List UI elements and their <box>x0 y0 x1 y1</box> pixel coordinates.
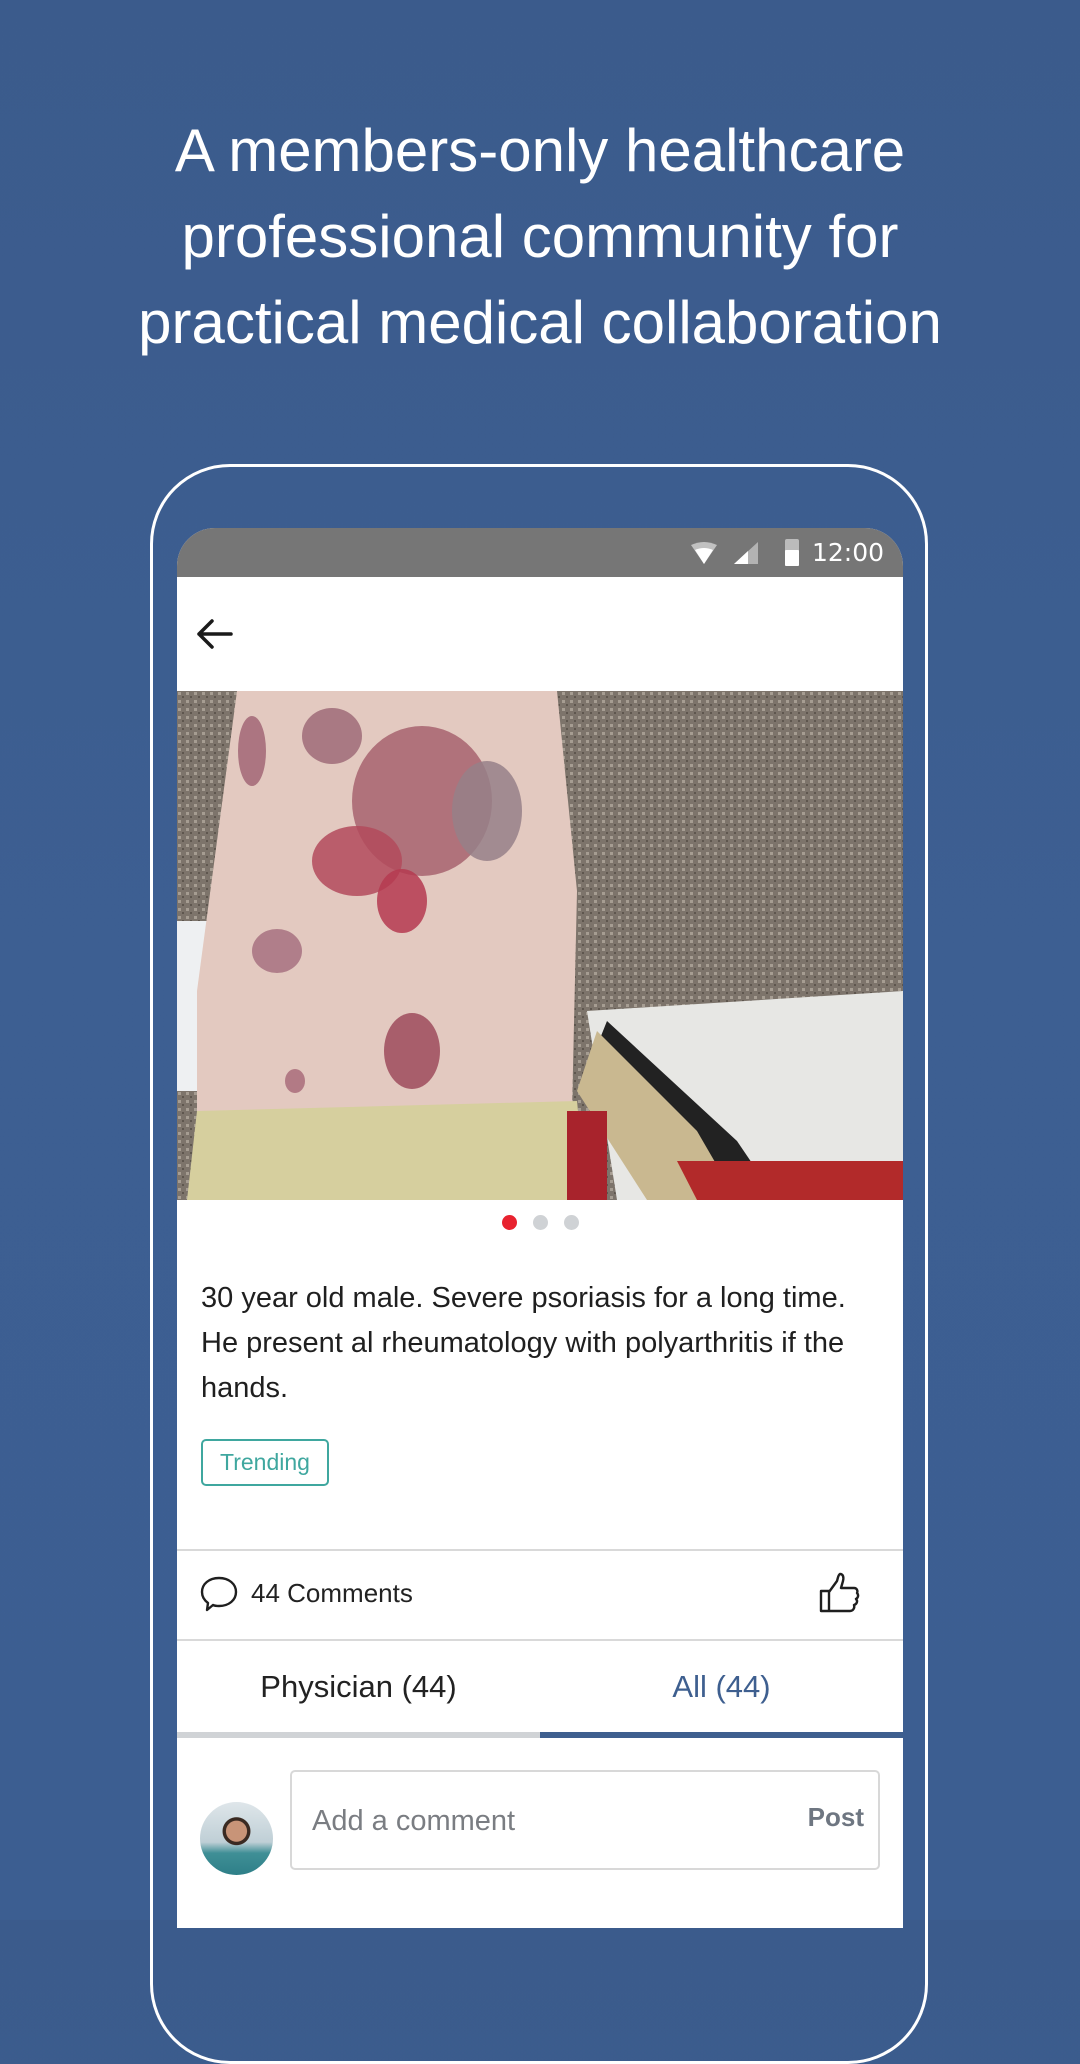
status-bar: 12:00 <box>177 528 903 577</box>
status-time: 12:00 <box>811 538 884 567</box>
post-button[interactable]: Post <box>808 1802 864 1833</box>
thumbs-up-icon[interactable] <box>817 1571 861 1615</box>
battery-icon <box>785 539 799 566</box>
comment-input[interactable] <box>310 1772 774 1870</box>
post-image-illustration <box>177 691 903 1200</box>
carousel-dot[interactable] <box>532 1215 548 1230</box>
trending-tag[interactable]: Trending <box>201 1439 329 1486</box>
headline: A members-only healthcare professional c… <box>0 108 1080 366</box>
engagement-row: 44 Comments <box>177 1551 903 1639</box>
tab-all[interactable]: All (44) <box>540 1641 903 1732</box>
post-body-text: 30 year old male. Severe psoriasis for a… <box>201 1282 846 1404</box>
wifi-icon <box>691 542 717 564</box>
speech-bubble-icon[interactable] <box>199 1575 239 1613</box>
headline-line-2: professional community for <box>181 203 899 270</box>
headline-line-3: practical medical collaboration <box>138 289 942 356</box>
comment-composer: Post <box>177 1738 903 1928</box>
carousel-indicator <box>177 1215 903 1235</box>
comment-filter-tabs: Physician (44) All (44) <box>177 1641 903 1738</box>
app-bar <box>177 577 903 691</box>
carousel-dot[interactable] <box>563 1215 579 1230</box>
headline-line-1: A members-only healthcare <box>174 117 906 184</box>
post-image[interactable] <box>177 691 903 1200</box>
tab-physician[interactable]: Physician (44) <box>177 1641 540 1732</box>
phone-screen: 12:00 30 year old male. Severe psoriasis… <box>177 528 903 1928</box>
comments-count[interactable]: 44 Comments <box>251 1578 413 1609</box>
back-arrow-icon[interactable] <box>193 613 235 655</box>
carousel-dot[interactable] <box>501 1215 517 1230</box>
cellular-signal-icon <box>734 542 758 564</box>
user-avatar[interactable] <box>200 1802 273 1875</box>
comment-box: Post <box>290 1770 880 1870</box>
